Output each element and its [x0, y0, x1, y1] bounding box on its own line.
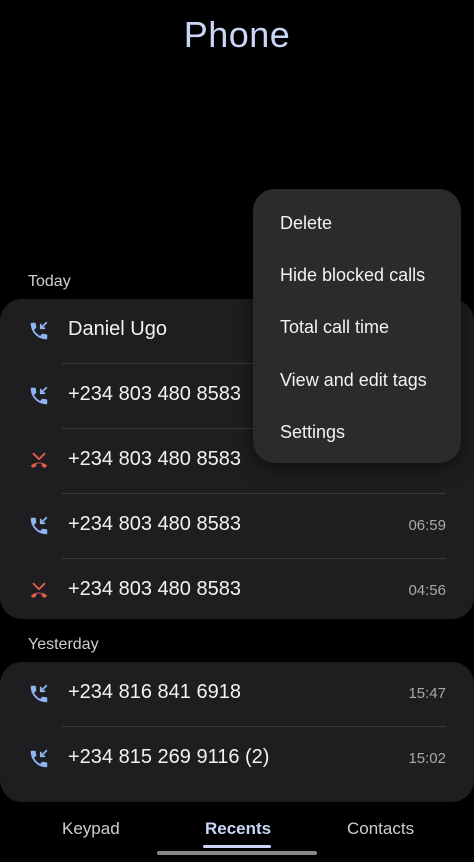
- page-title: Phone: [183, 14, 291, 55]
- overflow-menu: Delete Hide blocked calls Total call tim…: [253, 189, 461, 463]
- home-indicator[interactable]: [157, 851, 317, 855]
- call-time: 15:47: [408, 685, 446, 702]
- call-row[interactable]: +234 803 480 8583 06:59: [0, 494, 474, 558]
- yesterday-call-list: +234 816 841 6918 15:47 +234 815 269 911…: [0, 662, 474, 802]
- menu-item-total-call-time[interactable]: Total call time: [280, 317, 389, 338]
- call-name: +234 803 480 8583: [68, 578, 241, 600]
- call-name: +234 816 841 6918: [68, 681, 241, 703]
- incoming-call-icon: [30, 386, 48, 405]
- call-name: +234 803 480 8583: [68, 448, 241, 470]
- call-row[interactable]: +234 815 269 9116 (2) 15:02: [0, 727, 474, 791]
- incoming-call-icon: [30, 684, 48, 703]
- call-time: 15:02: [408, 750, 446, 767]
- section-label-yesterday: Yesterday: [28, 636, 99, 653]
- call-time: 06:59: [408, 517, 446, 534]
- menu-item-hide-blocked-calls[interactable]: Hide blocked calls: [280, 265, 425, 286]
- incoming-call-icon: [30, 516, 48, 535]
- call-row[interactable]: +234 816 841 6918 15:47: [0, 662, 474, 726]
- call-name: Daniel Ugo: [68, 318, 167, 340]
- incoming-call-icon: [30, 749, 48, 768]
- call-name: +234 803 480 8583: [68, 383, 241, 405]
- tab-contacts[interactable]: Contacts: [347, 819, 414, 839]
- menu-item-settings[interactable]: Settings: [280, 422, 345, 443]
- incoming-call-icon: [30, 321, 48, 340]
- tab-keypad[interactable]: Keypad: [62, 819, 120, 839]
- menu-item-delete[interactable]: Delete: [280, 213, 332, 234]
- call-name: +234 815 269 9116 (2): [68, 746, 270, 768]
- section-label-today: Today: [28, 273, 71, 290]
- call-time: 04:56: [408, 582, 446, 599]
- menu-item-view-edit-tags[interactable]: View and edit tags: [280, 370, 427, 391]
- missed-call-icon: [30, 452, 48, 468]
- missed-call-icon: [30, 582, 48, 598]
- active-tab-indicator: [203, 845, 271, 848]
- tab-recents[interactable]: Recents: [205, 819, 271, 839]
- call-row[interactable]: +234 803 480 8583 04:56: [0, 559, 474, 623]
- call-name: +234 803 480 8583: [68, 513, 241, 535]
